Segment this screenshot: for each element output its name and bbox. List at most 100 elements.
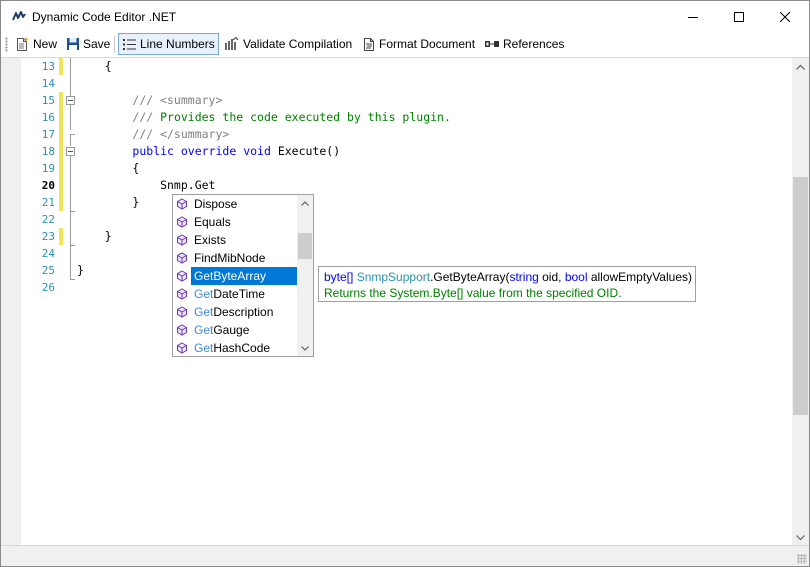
completion-item[interactable]: Dispose: [173, 195, 297, 213]
code-line[interactable]: public override void Execute(): [77, 143, 340, 160]
completion-match-prefix: Get: [194, 305, 214, 319]
chevron-down-icon: [301, 345, 309, 351]
editor-vertical-scrollbar[interactable]: [792, 58, 809, 546]
maximize-button[interactable]: [716, 1, 762, 32]
method-cube-icon: [173, 249, 191, 267]
completion-item[interactable]: GetByteArray: [173, 267, 297, 285]
member-tooltip: byte[] SnmpSupport.GetByteArray(string o…: [318, 266, 696, 302]
change-marker: [59, 92, 63, 211]
chevron-up-icon: [796, 64, 805, 70]
editor-window: Dynamic Code Editor .NET New Save Line N…: [0, 0, 810, 567]
completion-item-label: GetDateTime: [191, 285, 297, 303]
line-number: 23: [41, 230, 55, 243]
change-marker: [59, 228, 63, 245]
references-label: References: [503, 37, 565, 51]
completion-item-rest: Exists: [194, 233, 227, 247]
completion-item[interactable]: FindMibNode: [173, 249, 297, 267]
completion-item-label: FindMibNode: [191, 249, 297, 267]
code-line[interactable]: {: [77, 160, 139, 177]
title-bar[interactable]: Dynamic Code Editor .NET: [1, 1, 809, 32]
code-line[interactable]: Snmp.Get: [77, 177, 215, 194]
completion-item-label: Dispose: [191, 195, 297, 213]
completion-match-prefix: Get: [194, 323, 214, 337]
completion-scroll-up[interactable]: [297, 195, 313, 211]
completion-item-label: Equals: [191, 213, 297, 231]
resize-grip[interactable]: [797, 554, 807, 564]
chevron-down-icon: [796, 534, 805, 540]
line-number: 13: [41, 60, 55, 73]
format-document-label: Format Document: [379, 37, 476, 51]
fold-toggle-summary[interactable]: [66, 96, 75, 105]
tooltip-return-type: byte[]: [324, 270, 354, 284]
completion-match-prefix: Get: [194, 269, 214, 283]
line-numbers-icon: [123, 38, 136, 50]
tooltip-param2-type: bool: [564, 270, 588, 284]
code-line[interactable]: }: [77, 228, 112, 245]
format-document-icon: [364, 37, 374, 51]
completion-scrollbar[interactable]: [297, 195, 313, 356]
code-line[interactable]: /// </summary>: [77, 126, 229, 143]
format-document-button[interactable]: Format Document: [358, 33, 479, 55]
completion-item[interactable]: GetDescription: [173, 303, 297, 321]
line-numbers-toggle[interactable]: Line Numbers: [118, 33, 219, 55]
minimize-button[interactable]: [670, 1, 716, 32]
toolbar-grip[interactable]: [5, 37, 8, 52]
line-number: 18: [41, 145, 55, 158]
completion-item-rest: Dispose: [194, 197, 238, 211]
completion-item[interactable]: GetDateTime: [173, 285, 297, 303]
line-number: 26: [41, 281, 55, 294]
tooltip-description: Returns the System.Byte[] value from the…: [324, 286, 622, 300]
scroll-up-button[interactable]: [792, 58, 809, 75]
completion-scroll-down[interactable]: [297, 340, 313, 356]
references-button[interactable]: References: [480, 33, 568, 55]
window-title: Dynamic Code Editor .NET: [32, 10, 177, 24]
app-logo-icon: [12, 11, 26, 21]
completion-item[interactable]: Equals: [173, 213, 297, 231]
code-line[interactable]: }: [77, 262, 84, 279]
tooltip-param1-type: string: [509, 270, 539, 284]
method-cube-icon: [173, 267, 191, 285]
new-button[interactable]: New: [11, 33, 61, 55]
validate-build-icon: [225, 36, 239, 50]
code-line[interactable]: }: [77, 194, 139, 211]
fold-guide: [70, 134, 71, 146]
change-marker: [59, 58, 63, 75]
fold-guide: [70, 156, 71, 212]
line-number: 16: [41, 111, 55, 124]
close-button[interactable]: [762, 1, 808, 32]
completion-list[interactable]: Dispose Equals Exists FindMibNode GetByteArr…: [172, 194, 314, 357]
completion-item-rest: DateTime: [213, 287, 265, 301]
tooltip-param1: oid,: [538, 270, 565, 284]
line-number: 15: [41, 94, 55, 107]
validate-compilation-button[interactable]: Validate Compilation: [220, 33, 356, 55]
tooltip-method: .GetByteArray(: [430, 270, 510, 284]
completion-match-prefix: Get: [194, 287, 214, 301]
save-button[interactable]: Save: [62, 33, 114, 55]
line-numbers-label: Line Numbers: [140, 37, 215, 51]
completion-item[interactable]: GetHashCode: [173, 339, 297, 357]
completion-match-prefix: Get: [194, 341, 214, 355]
save-button-label: Save: [83, 37, 111, 51]
fold-toggle-execute[interactable]: [66, 147, 75, 156]
method-cube-icon: [173, 321, 191, 339]
line-number: 22: [41, 213, 55, 226]
validate-compilation-label: Validate Compilation: [243, 37, 353, 51]
close-icon: [780, 11, 790, 22]
completion-item[interactable]: Exists: [173, 231, 297, 249]
scroll-down-button[interactable]: [792, 529, 809, 546]
completion-item-rest: Equals: [194, 215, 231, 229]
toolbar-separator: [114, 36, 115, 53]
minimize-icon: [688, 16, 698, 18]
save-disk-icon: [67, 38, 79, 50]
code-line[interactable]: /// <summary>: [77, 92, 222, 109]
code-line[interactable]: /// Provides the code executed by this p…: [77, 109, 451, 126]
completion-item-label: Exists: [191, 231, 297, 249]
scroll-thumb[interactable]: [793, 177, 808, 415]
maximize-icon: [734, 11, 744, 22]
code-line[interactable]: {: [77, 58, 112, 75]
fold-guide: [70, 105, 71, 130]
completion-scroll-thumb[interactable]: [298, 233, 312, 259]
completion-item[interactable]: GetGauge: [173, 321, 297, 339]
method-cube-icon: [173, 303, 191, 321]
completion-item-label: GetHashCode: [191, 339, 297, 357]
